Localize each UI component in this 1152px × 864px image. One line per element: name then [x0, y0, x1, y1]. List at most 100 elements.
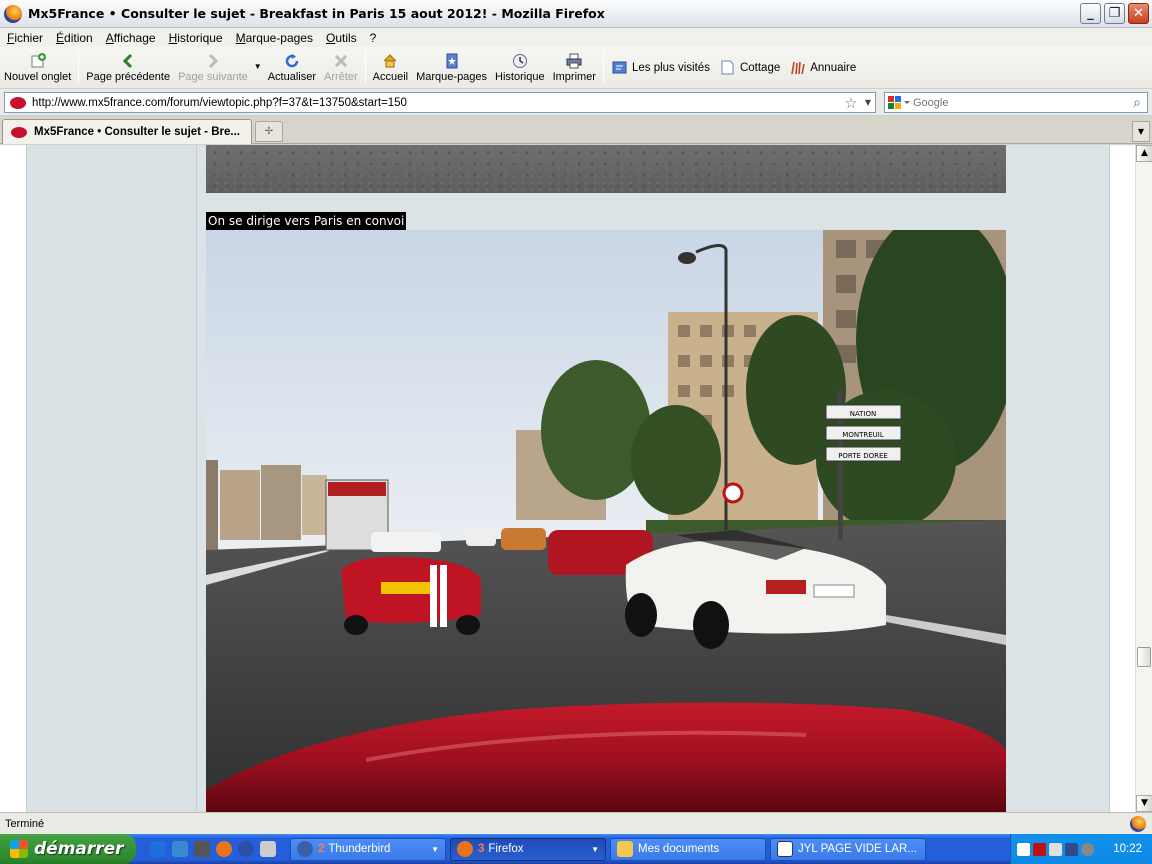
chevron-down-icon[interactable]: ▼ — [861, 98, 875, 107]
volume-icon[interactable] — [1049, 842, 1062, 856]
print-button[interactable]: Imprimer — [549, 52, 600, 83]
print-label: Imprimer — [552, 71, 596, 83]
post-photo-previous — [206, 145, 1006, 193]
task-firefox-count: 3 — [478, 843, 485, 855]
bookmark-annuaire[interactable]: Annuaire — [785, 60, 861, 75]
bookmarks-button[interactable]: Marque-pages — [412, 52, 491, 83]
firefox-status-icon[interactable] — [1130, 816, 1146, 832]
bookmark-most-visited-label: Les plus visités — [631, 61, 710, 74]
menu-bar: Fichier Édition Affichage Historique Mar… — [0, 28, 1152, 47]
search-icon[interactable]: ⌕ — [1127, 95, 1147, 111]
menu-fichier[interactable]: Fichier — [2, 31, 51, 45]
url-bar[interactable]: http://www.mx5france.com/forum/viewtopic… — [4, 92, 876, 113]
tab-list-dropdown[interactable]: ▼ — [1132, 121, 1150, 142]
title-bar: Mx5France • Consulter le sujet - Breakfa… — [0, 0, 1152, 28]
windows-taskbar: démarrer 2 Thunderbird ▼ 3 Firefox ▼ Mes… — [0, 834, 1152, 864]
reload-button[interactable]: Actualiser — [264, 52, 320, 83]
restore-button[interactable]: ❐ — [1104, 3, 1125, 24]
tab-active[interactable]: Mx5France • Consulter le sujet - Bre... — [2, 119, 252, 144]
task-thunderbird-count: 2 — [318, 843, 325, 855]
firefox-icon[interactable] — [216, 841, 232, 857]
status-bar: Terminé — [0, 812, 1152, 834]
sign-porte-doree: PORTE DOREE — [838, 452, 888, 460]
minimize-button[interactable]: _ — [1080, 3, 1101, 24]
search-input[interactable] — [913, 96, 1127, 109]
firefox-icon — [4, 4, 22, 23]
history-dropdown[interactable]: ▼ — [252, 62, 264, 71]
quick-launch — [136, 841, 286, 857]
search-box[interactable]: ⌕ — [884, 92, 1148, 113]
back-button[interactable]: Page précédente — [82, 52, 174, 83]
start-button[interactable]: démarrer — [0, 834, 136, 864]
clock[interactable]: 10:22 — [1113, 843, 1142, 855]
menu-historique[interactable]: Historique — [164, 31, 231, 45]
post-photo-convoy[interactable]: NATION MONTREUIL PORTE DOREE — [206, 230, 1006, 812]
clock-tray-icon[interactable] — [1081, 842, 1094, 856]
app-icon[interactable] — [194, 841, 210, 857]
bookmark-cottage[interactable]: Cottage — [715, 60, 785, 75]
desktop-icon[interactable] — [260, 841, 276, 857]
page-left-column — [26, 145, 196, 812]
window-title: Mx5France • Consulter le sujet - Breakfa… — [28, 6, 605, 21]
printer-icon — [566, 52, 582, 70]
thunderbird-icon — [297, 841, 313, 857]
toolbar-separator — [364, 49, 366, 83]
internet-explorer-icon[interactable] — [150, 841, 166, 857]
scroll-up-button[interactable]: ▲ — [1136, 145, 1152, 162]
history-label: Historique — [495, 71, 545, 83]
chevron-down-icon: ▼ — [431, 844, 439, 854]
navigation-toolbar: Nouvel onglet Page précédente Page suiva… — [0, 47, 1152, 89]
network-icon[interactable] — [1065, 842, 1078, 856]
scroll-down-button[interactable]: ▼ — [1136, 795, 1152, 812]
site-favicon — [10, 96, 26, 109]
page-content[interactable]: On se dirige vers Paris en convoi NATION… — [0, 145, 1135, 812]
chevron-down-icon: ▼ — [591, 844, 599, 854]
menu-help[interactable]: ? — [365, 31, 385, 45]
google-engine-icon[interactable] — [885, 94, 913, 111]
stop-icon — [333, 52, 349, 70]
system-tray: 10:22 — [1010, 834, 1152, 864]
menu-marque-pages[interactable]: Marque-pages — [231, 31, 321, 45]
home-button[interactable]: Accueil — [369, 52, 412, 83]
url-text[interactable]: http://www.mx5france.com/forum/viewtopic… — [32, 97, 841, 109]
forward-button[interactable]: Page suivante — [174, 52, 252, 83]
antivirus-icon[interactable] — [1033, 842, 1046, 856]
home-icon — [382, 52, 398, 70]
site-favicon — [11, 126, 27, 138]
ie-alt-icon[interactable] — [172, 841, 188, 857]
task-mes-documents[interactable]: Mes documents — [610, 837, 766, 861]
task-document-label: JYL PAGE VIDE LAR... — [798, 843, 917, 855]
home-label: Accueil — [372, 71, 409, 83]
clock-icon — [512, 52, 528, 70]
windows-logo-icon — [10, 840, 28, 858]
chevron-down-icon: ▼ — [253, 62, 262, 71]
bookmarks-label: Marque-pages — [416, 71, 488, 83]
scroll-thumb[interactable] — [1137, 647, 1151, 667]
media-player-icon[interactable] — [238, 841, 254, 857]
new-tab-button[interactable]: Nouvel onglet — [0, 52, 75, 83]
task-mes-documents-label: Mes documents — [638, 843, 720, 855]
forward-arrow-icon — [206, 52, 220, 70]
page-icon — [720, 60, 735, 75]
bookmark-star-icon[interactable]: ☆ — [841, 94, 861, 112]
document-icon — [777, 841, 793, 857]
stop-button[interactable]: Arrêter — [320, 52, 362, 83]
menu-affichage[interactable]: Affichage — [101, 31, 164, 45]
tab-bar: Mx5France • Consulter le sujet - Bre... … — [0, 116, 1152, 144]
close-button[interactable]: ✕ — [1128, 3, 1149, 24]
new-tab-plus-button[interactable]: ✢ — [255, 121, 283, 142]
vertical-scrollbar[interactable]: ▲ ▼ — [1135, 145, 1152, 812]
annuaire-icon — [790, 60, 806, 75]
history-button[interactable]: Historique — [491, 52, 549, 83]
task-document[interactable]: JYL PAGE VIDE LAR... — [770, 837, 926, 861]
reload-icon — [284, 52, 300, 70]
task-thunderbird[interactable]: 2 Thunderbird ▼ — [290, 837, 446, 861]
document-tray-icon[interactable] — [1017, 842, 1030, 856]
bookmark-most-visited[interactable]: Les plus visités — [607, 60, 715, 75]
menu-edition[interactable]: Édition — [51, 31, 101, 45]
task-firefox-label: Firefox — [488, 843, 524, 855]
task-firefox[interactable]: 3 Firefox ▼ — [450, 837, 606, 861]
status-text: Terminé — [5, 817, 45, 830]
task-thunderbird-label: Thunderbird — [328, 843, 391, 855]
menu-outils[interactable]: Outils — [321, 31, 365, 45]
